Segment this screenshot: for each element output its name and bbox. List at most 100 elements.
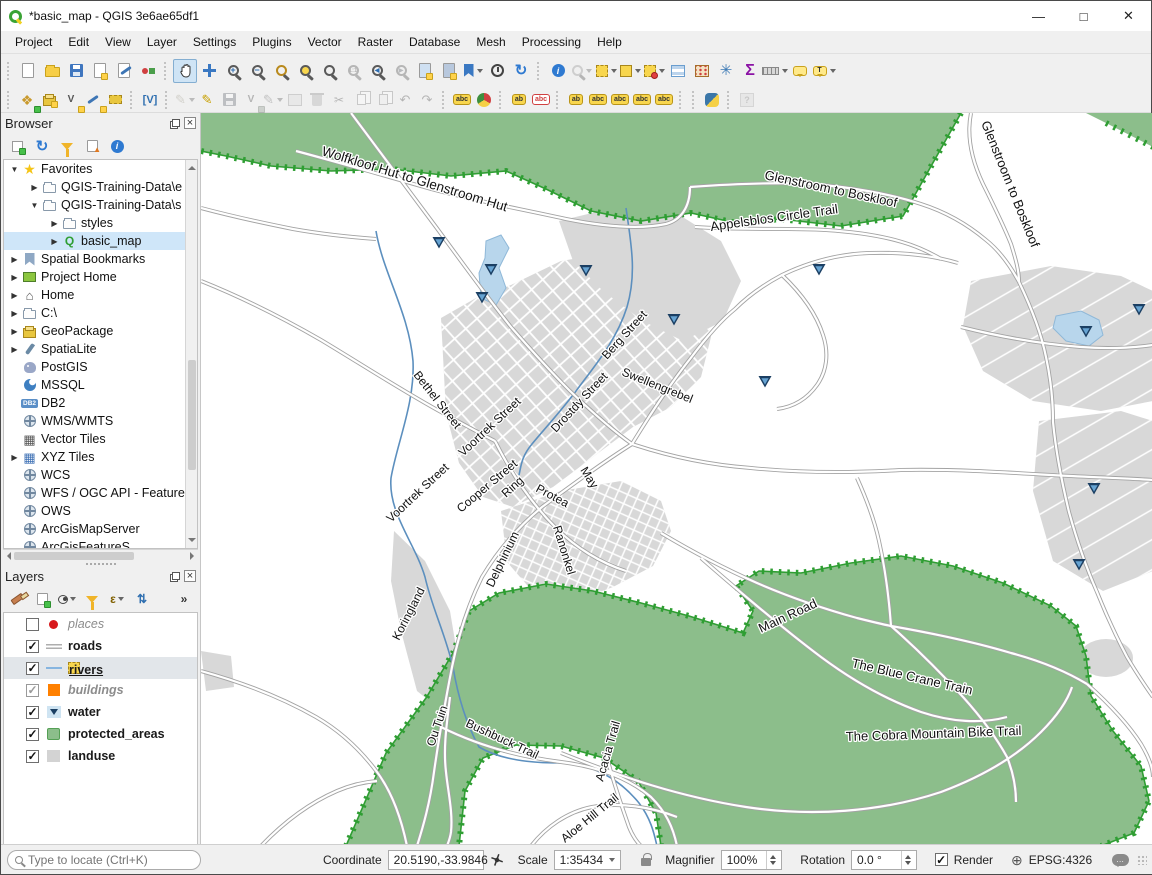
toolbar-handle[interactable] (7, 62, 12, 80)
toolbar-handle[interactable] (679, 91, 684, 109)
open-project-button[interactable] (40, 59, 64, 83)
new-virtual-layer-button[interactable]: [V] (139, 90, 161, 110)
layer-row-roads[interactable]: ✓roads (4, 635, 197, 657)
menu-layer[interactable]: Layer (139, 33, 185, 51)
toolbar-handle[interactable] (727, 91, 732, 109)
magnifier-spinbox[interactable]: 100% (721, 850, 783, 870)
toolbar-handle[interactable] (7, 91, 12, 109)
layer-row-protected-areas[interactable]: ✓protected_areas (4, 723, 197, 745)
menu-edit[interactable]: Edit (60, 33, 97, 51)
scroll-up-icon[interactable] (188, 162, 196, 170)
scroll-left-icon[interactable] (3, 552, 11, 560)
layer-checkbox[interactable]: ✓ (26, 684, 39, 697)
spin-up-icon[interactable] (905, 855, 911, 859)
zoom-next-button[interactable]: ▶ (389, 59, 413, 83)
data-source-manager-button[interactable]: ❖ (16, 90, 38, 110)
browser-item-training-data-e[interactable]: ▶QGIS-Training-Data\e (4, 178, 197, 196)
toolbar-handle[interactable] (556, 91, 561, 109)
layout-manager-button[interactable] (112, 59, 136, 83)
close-button[interactable]: ✕ (1106, 1, 1151, 31)
menu-settings[interactable]: Settings (185, 33, 244, 51)
render-checkbox[interactable]: ✓ (935, 853, 948, 866)
zoom-last-button[interactable]: ◀ (365, 59, 389, 83)
text-annotation-button[interactable]: T (812, 59, 836, 83)
new-project-button[interactable] (16, 59, 40, 83)
layer-row-landuse[interactable]: ✓landuse (4, 745, 197, 767)
map-canvas[interactable]: Wolfkloof Hut to Glenstroom Hut Glenstro… (201, 113, 1152, 846)
new-3d-map-view-button[interactable] (437, 59, 461, 83)
crs-status[interactable]: EPSG:4326 (1029, 853, 1092, 867)
menu-plugins[interactable]: Plugins (244, 33, 299, 51)
zoom-out-button[interactable]: − (245, 59, 269, 83)
new-shapefile-layer-button[interactable]: V (60, 90, 82, 110)
new-map-view-button[interactable] (413, 59, 437, 83)
float-panel-icon[interactable] (172, 572, 180, 580)
browser-item-geopackage[interactable]: ▶GeoPackage (4, 322, 197, 340)
browser-item-c-drive[interactable]: ▶C:\ (4, 304, 197, 322)
pin-unpin-labels-button[interactable]: ab (565, 90, 587, 110)
identify-features-button[interactable]: i (546, 59, 570, 83)
toolbar-overflow-button[interactable]: » (175, 590, 193, 608)
vertex-tool-button[interactable]: ✎ (262, 90, 284, 110)
measure-button[interactable] (762, 59, 788, 83)
toolbar-handle[interactable] (692, 91, 697, 109)
menu-view[interactable]: View (97, 33, 139, 51)
properties-widget-button[interactable]: i (108, 137, 126, 155)
add-feature-button[interactable]: V (240, 90, 262, 110)
browser-item-project-home[interactable]: ▶Project Home (4, 268, 197, 286)
scroll-down-icon[interactable] (188, 538, 196, 546)
plugin-placeholder-button[interactable]: ? (736, 90, 758, 110)
open-attribute-table-button[interactable] (666, 59, 690, 83)
layer-checkbox[interactable]: ✓ (26, 706, 39, 719)
browser-item-mssql[interactable]: MSSQL (4, 376, 197, 394)
new-spatialite-layer-button[interactable] (82, 90, 104, 110)
scale-combobox[interactable]: 1:35434 (554, 850, 622, 870)
show-hide-labels-button[interactable]: abc (587, 90, 609, 110)
browser-item-favorites[interactable]: ▼★Favorites (4, 160, 197, 178)
current-edits-button[interactable]: ✎ (174, 90, 196, 110)
browser-item-ows[interactable]: OWS (4, 502, 197, 520)
zoom-full-button[interactable] (269, 59, 293, 83)
layer-checkbox[interactable]: ✓ (26, 662, 39, 675)
pin-labels-button[interactable]: ab (508, 90, 530, 110)
toolbar-handle[interactable] (442, 91, 447, 109)
undo-button[interactable]: ↶ (394, 90, 416, 110)
new-temporary-scratch-layer-button[interactable] (104, 90, 126, 110)
add-selected-layers-button[interactable] (8, 137, 26, 155)
browser-item-postgis[interactable]: PostGIS (4, 358, 197, 376)
menu-project[interactable]: Project (7, 33, 60, 51)
select-features-button[interactable] (594, 59, 618, 83)
style-manager-button[interactable] (136, 59, 160, 83)
layer-checkbox[interactable] (26, 618, 39, 631)
statistics-button[interactable]: Σ (738, 59, 762, 83)
zoom-to-layer-button[interactable] (317, 59, 341, 83)
browser-item-basic-map[interactable]: ▶Qbasic_map (4, 232, 197, 250)
messages-icon[interactable]: … (1112, 854, 1129, 866)
menu-raster[interactable]: Raster (350, 33, 401, 51)
menu-mesh[interactable]: Mesh (468, 33, 513, 51)
change-label-button[interactable]: abc (653, 90, 675, 110)
browser-vertical-scrollbar[interactable] (185, 160, 197, 548)
layer-checkbox[interactable]: ✓ (26, 640, 39, 653)
maximize-button[interactable]: □ (1061, 1, 1106, 31)
processing-toolbox-button[interactable]: ✳ (714, 59, 738, 83)
browser-item-arcgis-map-server[interactable]: ArcGisMapServer (4, 520, 197, 538)
expand-collapse-all-button[interactable]: ⇅ (133, 590, 151, 608)
collapse-all-button[interactable]: ▲ (83, 137, 101, 155)
close-panel-icon[interactable]: × (184, 570, 196, 582)
add-group-button[interactable] (33, 590, 51, 608)
layer-row-rivers[interactable]: ✓rivers (4, 657, 197, 679)
rotate-label-button[interactable]: abc (631, 90, 653, 110)
spin-up-icon[interactable] (770, 855, 776, 859)
browser-item-db2[interactable]: DB2DB2 (4, 394, 197, 412)
open-layer-styling-button[interactable] (8, 590, 26, 608)
browser-item-xyz-tiles[interactable]: ▶▦XYZ Tiles (4, 448, 197, 466)
minimize-button[interactable]: — (1016, 1, 1061, 31)
deselect-features-button[interactable] (642, 59, 666, 83)
browser-item-spatialite[interactable]: ▶SpatiaLite (4, 340, 197, 358)
layer-row-water[interactable]: ✓water (4, 701, 197, 723)
spatial-bookmarks-button[interactable] (461, 59, 485, 83)
temporal-controller-button[interactable] (485, 59, 509, 83)
resize-grip[interactable] (1137, 855, 1147, 865)
lock-scale-icon[interactable] (641, 858, 651, 866)
